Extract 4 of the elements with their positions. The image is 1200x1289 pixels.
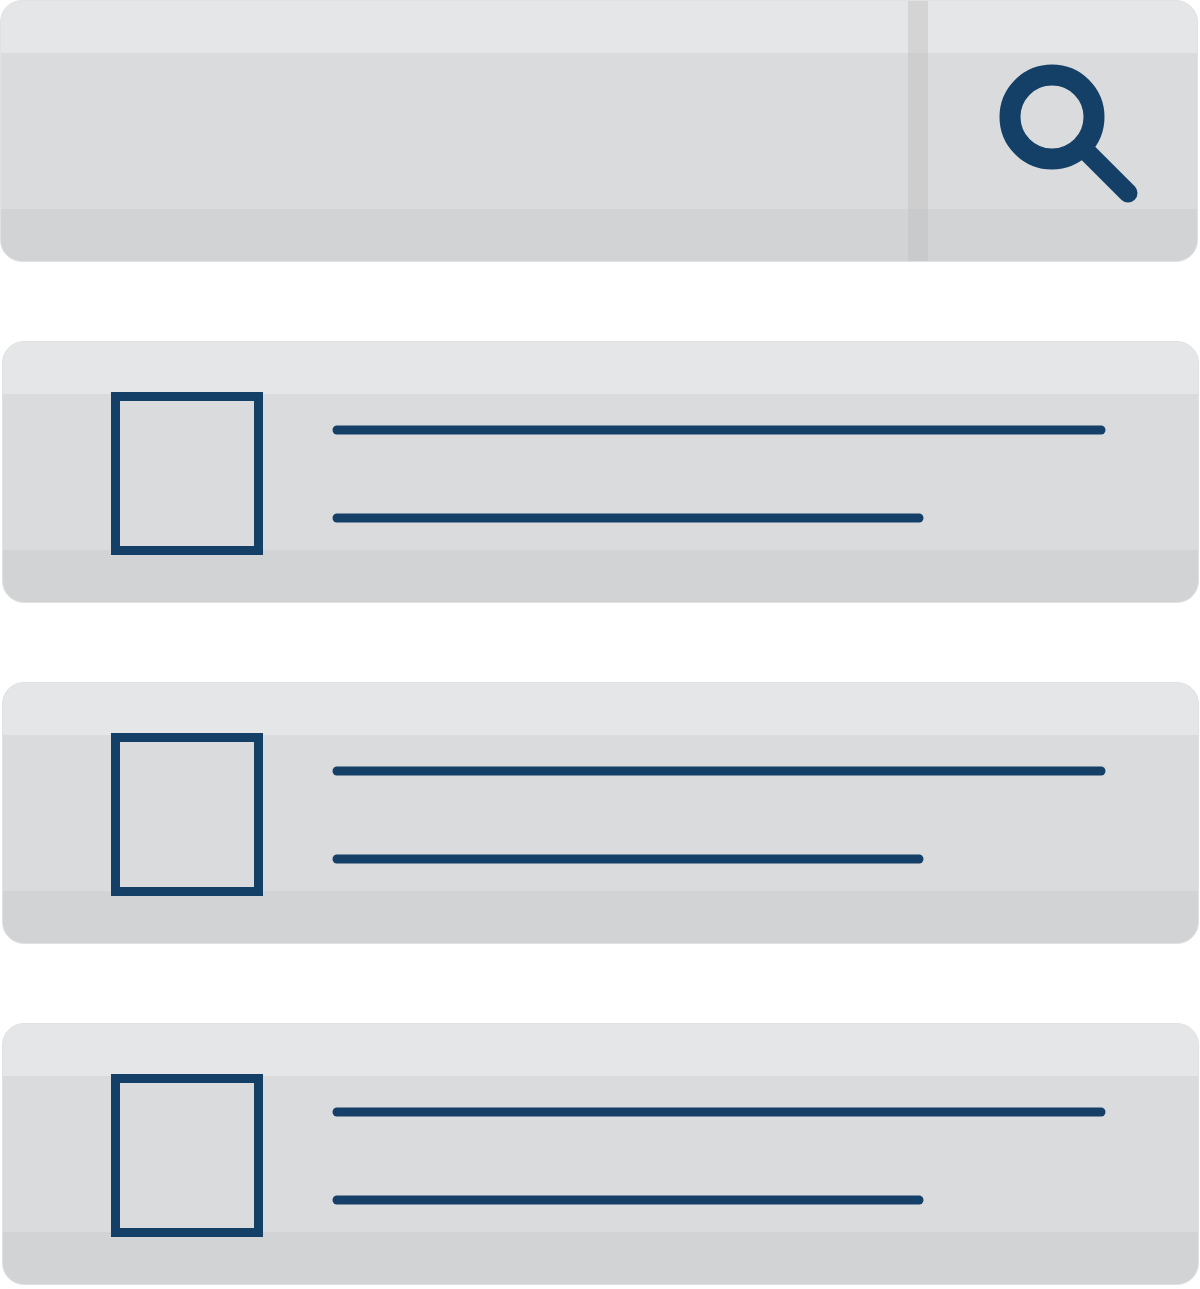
result-card[interactable] bbox=[2, 341, 1199, 603]
result-card[interactable] bbox=[2, 682, 1199, 944]
result-card[interactable] bbox=[2, 1023, 1199, 1285]
search-field[interactable] bbox=[0, 0, 1198, 262]
